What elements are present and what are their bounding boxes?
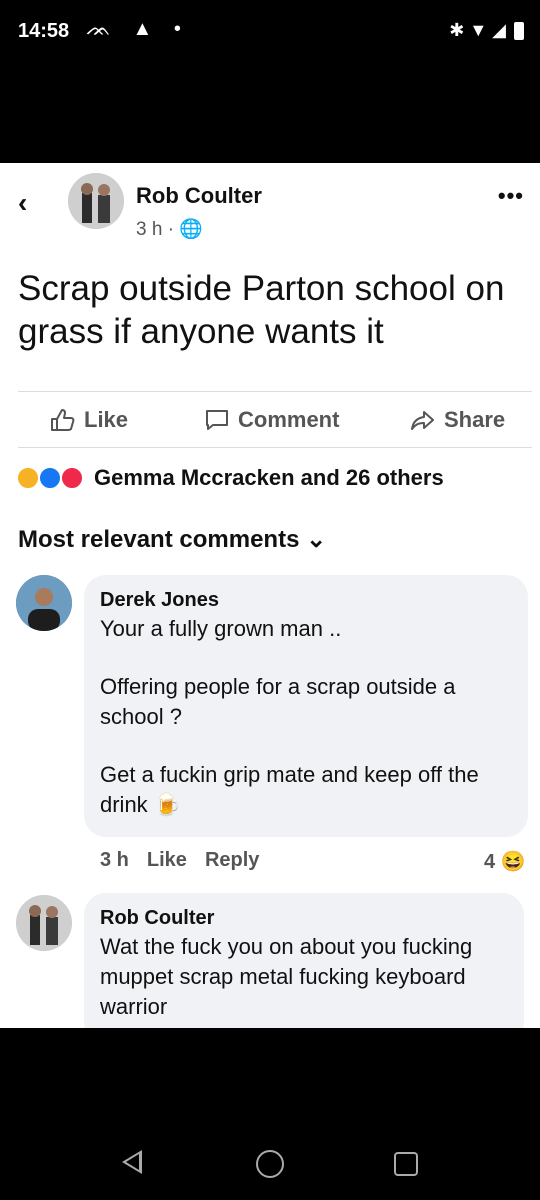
comment-line: Your a fully grown man .. [100,616,342,641]
comment-line: Get a fuckin grip mate and keep off the … [100,762,479,817]
comment-button[interactable]: Comment [204,407,339,433]
author-avatar-image [68,173,124,229]
reactions-summary[interactable]: Gemma Mccracken and 26 others [16,465,444,491]
more-icon[interactable]: ••• [498,183,524,209]
post-text: Scrap outside Parton school on grass if … [18,269,505,351]
status-right-icons: ✱ ▼ ◢ [449,20,524,41]
like-icon [51,409,75,431]
comment-like-button[interactable]: Like [147,849,187,872]
battery-icon [514,21,524,40]
status-right-glyphs: ✱ ▼ ◢ [449,20,506,40]
commenter-avatar-image [16,575,72,631]
author-avatar[interactable] [68,173,124,229]
comment-bubble: Derek Jones Your a fully grown man .. Of… [84,575,528,837]
comment-author[interactable]: Rob Coulter [100,907,510,930]
commenter-avatar-image [16,895,72,951]
share-button[interactable]: Share [410,407,505,433]
post-meta: 3 h · 🌐 [136,219,203,240]
comment-label: Comment [238,407,340,432]
navigation-bar [0,1110,540,1200]
divider [18,391,532,392]
comment-time: 3 h [100,849,129,871]
status-left-icons: ᨏ ▲ • [86,18,189,40]
comment-icon [206,410,228,430]
haha-reaction-icon [16,466,40,490]
post-actions: Like Comment Share [0,401,540,445]
reactions-text: Gemma Mccracken and 26 others [94,465,444,490]
nav-back-icon-inner [126,1154,139,1170]
comments-sort-dropdown[interactable]: Most relevant comments ⌄ [18,525,326,554]
love-reaction-icon [60,466,84,490]
status-time: 14:58 [18,20,70,42]
comment-bubble: Rob Coulter Wat the fuck you on about yo… [84,893,524,1028]
comment-line: Offering people for a scrap outside a sc… [100,674,456,729]
comment-reply-button[interactable]: Reply [205,849,259,872]
commenter-avatar[interactable] [16,575,72,631]
commenter-avatar[interactable] [16,895,72,951]
nav-home-icon[interactable] [256,1150,284,1178]
like-button[interactable]: Like [50,407,128,433]
back-chevron-icon[interactable]: ‹ [18,187,27,219]
comment-line: Wat the fuck you on about you fucking mu… [100,934,473,1019]
like-reaction-icon [38,466,62,490]
share-icon [411,411,434,430]
like-label: Like [84,407,129,432]
comment-meta: 3 h Like Reply [100,849,259,872]
comment-reaction-count[interactable]: 4 😆 [484,849,526,874]
nav-recents-icon[interactable] [394,1152,418,1176]
status-bar: 14:58 ᨏ ▲ • ✱ ▼ ◢ [0,0,540,64]
post-view: ‹ Rob Coulter 3 h · 🌐 ••• Scrap outside … [0,163,540,1028]
post-author-name[interactable]: Rob Coulter [136,183,262,209]
share-label: Share [444,407,506,432]
comment-author[interactable]: Derek Jones [100,589,520,612]
divider [18,447,532,448]
